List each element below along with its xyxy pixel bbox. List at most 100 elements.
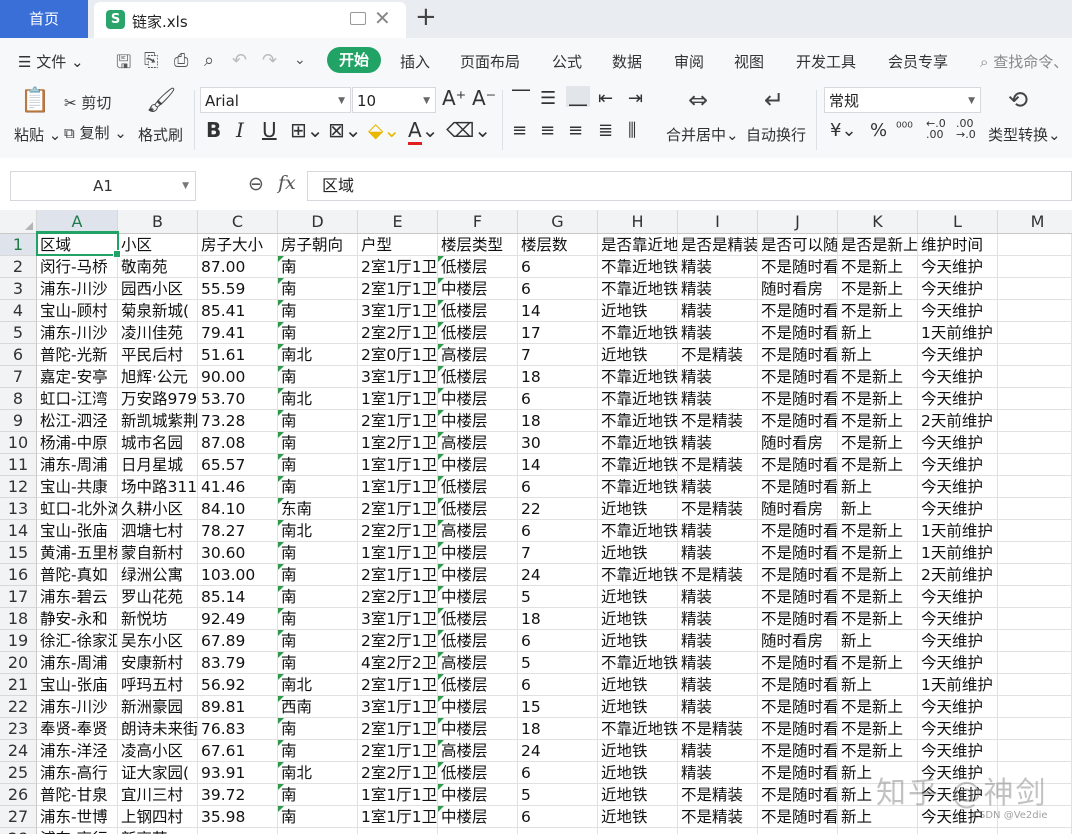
zoom-lookup-icon[interactable]: ⊖ xyxy=(248,173,264,195)
cell[interactable]: 67.89 xyxy=(198,630,278,652)
align-bottom-icon[interactable]: ⎽ xyxy=(566,86,590,107)
cell[interactable]: 不靠近地铁 xyxy=(598,652,678,674)
cell[interactable]: 92.49 xyxy=(198,608,278,630)
cell[interactable]: 不是随时看房 xyxy=(758,520,838,542)
increase-decimal-icon[interactable]: ←.0.00 xyxy=(926,118,946,140)
column-header-B[interactable]: B xyxy=(118,210,198,234)
cell[interactable]: 不是随时看房 xyxy=(758,674,838,696)
cell[interactable]: 不靠近地铁 xyxy=(598,366,678,388)
cell[interactable]: 93.91 xyxy=(198,762,278,784)
cell[interactable]: 3室1厅1卫 xyxy=(358,300,438,322)
cell[interactable] xyxy=(998,674,1072,696)
cell[interactable]: 不是随时看房 xyxy=(758,784,838,806)
cell[interactable] xyxy=(998,498,1072,520)
outdent-icon[interactable]: ⇤ xyxy=(598,88,613,109)
cell[interactable]: 随时看房 xyxy=(758,498,838,520)
row-header[interactable]: 24 xyxy=(0,740,37,762)
cell[interactable]: 2室2厅1卫 xyxy=(358,630,438,652)
cell[interactable]: 上钢四村 xyxy=(118,806,198,828)
cell[interactable]: 4室2厅2卫 xyxy=(358,652,438,674)
bold-button[interactable]: B xyxy=(206,118,221,142)
cell[interactable]: 低楼层 xyxy=(438,762,518,784)
cell[interactable]: 南 xyxy=(278,542,358,564)
cell[interactable]: 是否可以随时看房 xyxy=(758,234,838,256)
row-header[interactable]: 11 xyxy=(0,454,37,476)
tab-document[interactable]: S 链家.xls ✕ xyxy=(94,2,406,38)
cell[interactable]: 近地铁 xyxy=(598,586,678,608)
cell[interactable]: 低楼层 xyxy=(438,498,518,520)
cell[interactable]: 南北 xyxy=(278,674,358,696)
cell[interactable]: 凌高小区 xyxy=(118,740,198,762)
cell[interactable]: 不是精装 xyxy=(678,718,758,740)
cell[interactable]: 1室1厅1卫 xyxy=(358,476,438,498)
cell[interactable]: 中楼层 xyxy=(438,806,518,828)
cell[interactable] xyxy=(998,344,1072,366)
cell[interactable]: 中楼层 xyxy=(438,388,518,410)
cell[interactable]: 今天维护 xyxy=(918,256,998,278)
cell[interactable]: 南 xyxy=(278,300,358,322)
cell[interactable] xyxy=(998,542,1072,564)
function-icon[interactable]: fx xyxy=(278,172,296,194)
cell[interactable]: 17 xyxy=(518,322,598,344)
row-header[interactable]: 7 xyxy=(0,366,37,388)
cell[interactable]: 维护时间 xyxy=(918,234,998,256)
menu-view[interactable]: 视图 xyxy=(734,51,764,72)
cell[interactable]: 低楼层 xyxy=(438,366,518,388)
italic-button[interactable]: I xyxy=(236,118,244,142)
cell[interactable]: 宝山-张庙 xyxy=(37,674,118,696)
cell[interactable]: 6 xyxy=(518,388,598,410)
cell[interactable]: 不是新上 xyxy=(838,542,918,564)
cell[interactable]: 浦东-洋泾 xyxy=(37,740,118,762)
cell[interactable]: 1天前维护 xyxy=(918,322,998,344)
cell[interactable]: 不靠近地铁 xyxy=(598,322,678,344)
cell[interactable]: 7 xyxy=(518,344,598,366)
cell[interactable]: 南 xyxy=(278,278,358,300)
row-header[interactable]: 27 xyxy=(0,806,37,828)
brush-icon[interactable]: 🖌 xyxy=(146,86,176,114)
cell[interactable]: 新洲豪园 xyxy=(118,696,198,718)
cell[interactable] xyxy=(998,256,1072,278)
cell[interactable]: 2室1厅1卫 xyxy=(358,410,438,432)
column-header-F[interactable]: F xyxy=(438,210,518,234)
cell[interactable]: 近地铁 xyxy=(598,740,678,762)
cell[interactable] xyxy=(278,828,358,834)
align-center-icon[interactable]: ≡ xyxy=(540,120,555,141)
cell[interactable]: 14 xyxy=(518,300,598,322)
cell[interactable]: 不靠近地铁 xyxy=(598,410,678,432)
column-header-J[interactable]: J xyxy=(758,210,838,234)
cell[interactable] xyxy=(998,564,1072,586)
cell[interactable] xyxy=(838,828,918,834)
cell[interactable]: 1室1厅1卫 xyxy=(358,454,438,476)
cell[interactable]: 浦东-川沙 xyxy=(37,278,118,300)
number-format-select[interactable]: 常规 ▼ xyxy=(824,87,981,113)
cell[interactable] xyxy=(998,696,1072,718)
cell[interactable]: 不是新上 xyxy=(838,432,918,454)
cell[interactable]: 南 xyxy=(278,784,358,806)
cell[interactable]: 南 xyxy=(278,476,358,498)
print-icon[interactable]: ⎙ xyxy=(174,50,188,71)
row-header[interactable]: 20 xyxy=(0,652,37,674)
cell[interactable]: 2室2厅1卫 xyxy=(358,762,438,784)
cell[interactable]: 不是随时看房 xyxy=(758,762,838,784)
menu-formula[interactable]: 公式 xyxy=(552,51,582,72)
row-header[interactable]: 18 xyxy=(0,608,37,630)
cell[interactable]: 今天维护 xyxy=(918,630,998,652)
cell[interactable]: 楼层类型 xyxy=(438,234,518,256)
font-shrink-icon[interactable]: A⁻ xyxy=(472,86,496,110)
row-header[interactable]: 17 xyxy=(0,586,37,608)
cell[interactable]: 小区 xyxy=(118,234,198,256)
cell-style-icon[interactable]: ⊠⌄ xyxy=(328,118,362,142)
cell[interactable] xyxy=(198,828,278,834)
cell[interactable]: 不是随时看房 xyxy=(758,322,838,344)
row-header[interactable]: 21 xyxy=(0,674,37,696)
cell[interactable]: 6 xyxy=(518,674,598,696)
window-restore-icon[interactable] xyxy=(350,12,366,25)
cell[interactable]: 不是随时看房 xyxy=(758,476,838,498)
cell[interactable]: 吴东小区 xyxy=(118,630,198,652)
cell[interactable]: 53.70 xyxy=(198,388,278,410)
cell[interactable]: 近地铁 xyxy=(598,542,678,564)
cell[interactable]: 6 xyxy=(518,762,598,784)
cell[interactable]: 敬南苑 xyxy=(118,256,198,278)
cell[interactable]: 76.83 xyxy=(198,718,278,740)
cell[interactable]: 不是新上 xyxy=(838,718,918,740)
